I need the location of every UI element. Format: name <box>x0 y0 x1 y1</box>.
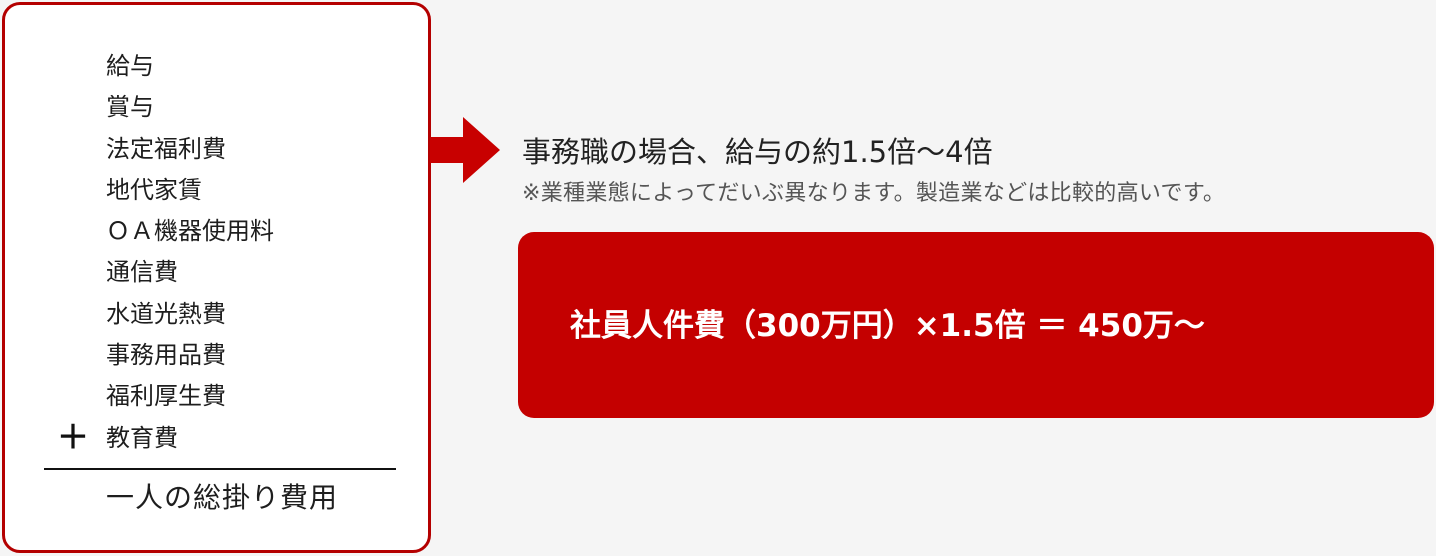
arrow-shape <box>430 117 500 183</box>
result-headline: 事務職の場合、給与の約1.5倍～4倍 <box>522 135 993 169</box>
formula-panel: 社員人件費（300万円）×1.5倍 ＝ 450万～ <box>518 232 1434 418</box>
cost-item-legal-welfare: 法定福利費 <box>106 134 226 163</box>
cost-breakdown-box: 給与 賞与 法定福利費 地代家賃 ＯＡ機器使用料 通信費 水道光熱費 事務用品費… <box>2 2 431 553</box>
cost-item-education: 教育費 <box>106 423 178 452</box>
formula-text: 社員人件費（300万円）×1.5倍 ＝ 450万～ <box>570 308 1205 344</box>
cost-item-welfare: 福利厚生費 <box>106 382 226 411</box>
cost-item-communication: 通信費 <box>106 258 178 287</box>
sum-divider <box>44 468 396 470</box>
plus-icon: ＋ <box>57 418 90 456</box>
cost-item-bonus: 賞与 <box>106 93 154 122</box>
cost-item-rent: 地代家賃 <box>106 175 202 204</box>
cost-item-list: 給与 賞与 法定福利費 地代家賃 ＯＡ機器使用料 通信費 水道光熱費 事務用品費… <box>106 49 274 462</box>
total-cost-label: 一人の総掛り費用 <box>106 481 339 514</box>
cost-item-salary: 給与 <box>106 52 154 80</box>
right-arrow-icon <box>430 117 500 183</box>
cost-item-office-supplies: 事務用品費 <box>106 341 226 370</box>
cost-item-utilities: 水道光熱費 <box>106 299 226 328</box>
cost-item-oa-equipment: ＯＡ機器使用料 <box>106 217 274 246</box>
result-note: ※業種業態によってだいぶ異なります。製造業などは比較的高いです。 <box>522 181 1226 206</box>
